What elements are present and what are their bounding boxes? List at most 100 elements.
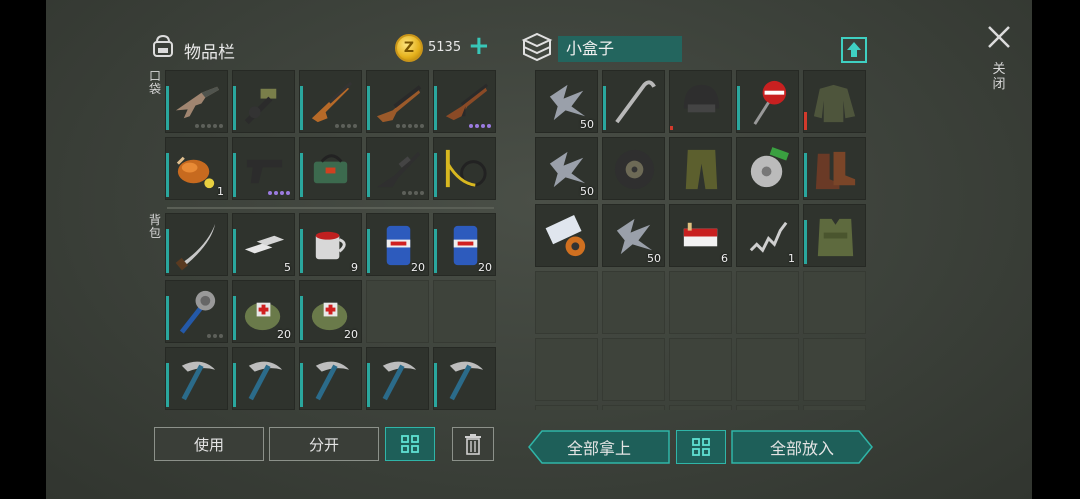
durability-bar — [233, 229, 236, 273]
container-slot-empty[interactable] — [535, 405, 598, 410]
backpack-slot-pickaxe[interactable] — [165, 347, 228, 410]
sort-grid-button[interactable] — [385, 427, 435, 461]
container-slot-crowbar[interactable] — [602, 70, 665, 133]
red-mug-icon — [315, 231, 346, 260]
container-slot-empty[interactable] — [602, 271, 665, 334]
pocket-slot-hunting-rifle[interactable] — [299, 70, 362, 133]
container-slot-empty[interactable] — [669, 405, 732, 410]
durability-bar — [233, 296, 236, 340]
backpack-slot-pickaxe[interactable] — [299, 347, 362, 410]
item-quantity: 9 — [351, 261, 358, 274]
item-quantity: 1 — [217, 185, 224, 198]
pocket-slot-shotgun[interactable] — [366, 70, 429, 133]
container-slot-saw-blade[interactable] — [736, 137, 799, 200]
pocket-slot-crossbow[interactable] — [433, 137, 496, 200]
backpack-slot-first-aid-bag[interactable]: 20 — [232, 280, 295, 343]
pickaxe-icon — [315, 361, 350, 401]
machete-icon — [175, 223, 216, 271]
section-divider — [167, 207, 494, 209]
container-slot-cigarettes[interactable]: 6 — [669, 204, 732, 267]
trash-button[interactable] — [452, 427, 494, 461]
durability-bar — [233, 153, 236, 197]
close-label[interactable]: 关闭 — [992, 62, 1006, 92]
container-slot-spring[interactable]: 1 — [736, 204, 799, 267]
container-slot-empty[interactable] — [736, 271, 799, 334]
container-slot-empty[interactable] — [803, 338, 866, 401]
durability-bar — [300, 363, 303, 407]
tape-icon — [545, 215, 586, 257]
use-button[interactable]: 使用 — [154, 427, 264, 461]
helmet-icon — [683, 84, 720, 113]
hunting-rifle-icon — [311, 81, 353, 123]
durability-bar — [166, 363, 169, 407]
container-slot-scrap-metal[interactable]: 50 — [535, 70, 598, 133]
container-slot-empty[interactable] — [669, 271, 732, 334]
durability-bar — [367, 363, 370, 407]
pocket-slot-sniper-rifle[interactable] — [366, 137, 429, 200]
metal-ingots-icon — [244, 235, 285, 254]
container-slot-tire[interactable] — [602, 137, 665, 200]
container-slot-scrap-metal[interactable]: 50 — [535, 137, 598, 200]
container-slot-jacket[interactable] — [803, 70, 866, 133]
container-slot-empty[interactable] — [736, 405, 799, 410]
container-slot-vest[interactable] — [803, 204, 866, 267]
container-slot-empty[interactable] — [803, 405, 866, 410]
pocket-slot-bomb-bag[interactable] — [299, 137, 362, 200]
quality-dots — [268, 191, 290, 195]
durability-bar — [434, 86, 437, 130]
jacket-icon — [813, 84, 856, 123]
backpack-slot-first-aid-bag[interactable]: 20 — [299, 280, 362, 343]
container-slot-empty[interactable] — [736, 338, 799, 401]
backpack-slot-red-mug[interactable]: 9 — [299, 213, 362, 276]
backpack-slot-empty[interactable] — [366, 280, 429, 343]
pickaxe-icon — [181, 361, 216, 401]
durability-bar — [233, 363, 236, 407]
stop-sign-icon — [753, 80, 787, 125]
item-quantity: 6 — [721, 252, 728, 265]
backpack-label: 背包 — [148, 213, 161, 240]
cigarettes-icon — [683, 222, 718, 247]
container-slot-stop-sign[interactable] — [736, 70, 799, 133]
backpack-slot-pickaxe[interactable] — [232, 347, 295, 410]
backpack-slot-pickaxe[interactable] — [366, 347, 429, 410]
durability-bar — [300, 86, 303, 130]
container-slot-empty[interactable] — [803, 271, 866, 334]
pocket-slot-ak-rifle[interactable] — [433, 70, 496, 133]
container-slot-pants[interactable] — [669, 137, 732, 200]
container-slot-empty[interactable] — [535, 271, 598, 334]
durability-bar — [166, 229, 169, 273]
backpack-slot-spiked-mace[interactable] — [165, 280, 228, 343]
put-all-button[interactable]: 全部放入 — [731, 430, 873, 464]
backpack-slot-beer-can[interactable]: 20 — [366, 213, 429, 276]
container-slot-tape[interactable] — [535, 204, 598, 267]
vest-icon — [817, 218, 854, 257]
backpack-slot-metal-ingots[interactable]: 5 — [232, 213, 295, 276]
pocket-slot-assault-rifle[interactable] — [165, 70, 228, 133]
backpack-slot-empty[interactable] — [433, 280, 496, 343]
close-icon[interactable] — [986, 24, 1012, 50]
pocket-slot-roast-chicken[interactable]: 1 — [165, 137, 228, 200]
container-slot-boots[interactable] — [803, 137, 866, 200]
container-slot-empty[interactable] — [535, 338, 598, 401]
roast-chicken-icon — [176, 156, 215, 189]
backpack-slot-pickaxe[interactable] — [433, 347, 496, 410]
item-quantity: 50 — [580, 185, 594, 198]
item-quantity: 50 — [580, 118, 594, 131]
upload-icon[interactable] — [840, 36, 868, 64]
backpack-slot-beer-can[interactable]: 20 — [433, 213, 496, 276]
pocket-label: 口袋 — [148, 69, 161, 96]
container-slot-empty[interactable] — [602, 405, 665, 410]
container-slot-empty[interactable] — [602, 338, 665, 401]
backpack-slot-machete[interactable] — [165, 213, 228, 276]
take-all-button[interactable]: 全部拿上 — [528, 430, 670, 464]
pocket-slot-grenade-launcher[interactable] — [232, 70, 295, 133]
container-slot-empty[interactable] — [669, 338, 732, 401]
container-sort-button[interactable] — [676, 430, 726, 464]
crowbar-icon — [615, 80, 656, 124]
add-coins-button[interactable]: + — [468, 32, 490, 60]
split-button[interactable]: 分开 — [269, 427, 379, 461]
sniper-rifle-icon — [376, 151, 421, 188]
pocket-slot-pistol[interactable] — [232, 137, 295, 200]
container-slot-scrap-metal[interactable]: 50 — [602, 204, 665, 267]
container-slot-helmet[interactable] — [669, 70, 732, 133]
